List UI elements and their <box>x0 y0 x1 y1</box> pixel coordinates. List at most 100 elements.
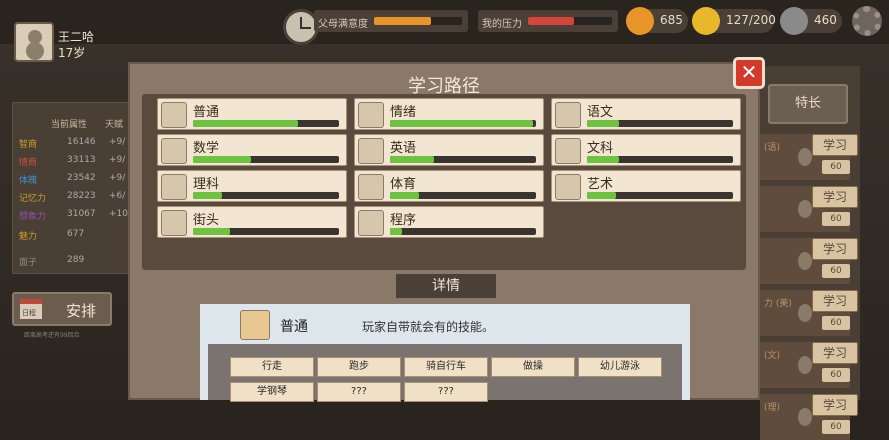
attribute-value: 289 <box>67 255 85 265</box>
skill-progress-fill <box>390 120 534 127</box>
skill-card[interactable]: 体育 <box>354 170 544 202</box>
emotion-icon <box>358 102 384 128</box>
study-button[interactable]: 学习 <box>812 394 858 416</box>
study-button[interactable]: 学习 <box>812 238 858 260</box>
computer-icon <box>358 210 384 236</box>
attribute-value: 31067 <box>67 209 96 219</box>
skill-progress-fill <box>390 228 402 235</box>
skill-progress-fill <box>193 192 223 199</box>
close-button[interactable]: ✕ <box>733 57 765 89</box>
player-avatar[interactable] <box>14 22 54 62</box>
action-button[interactable]: 学钢琴 <box>230 382 314 402</box>
skill-progress-fill <box>390 192 420 199</box>
player-name: 王二哈 <box>58 30 95 44</box>
palette-icon <box>555 174 581 200</box>
study-cost: 60 <box>822 316 850 330</box>
study-button[interactable]: 学习 <box>812 186 858 208</box>
skill-name: 艺术 <box>587 177 614 192</box>
action-button[interactable]: 做操 <box>491 357 575 377</box>
skill-progress-track <box>193 192 339 199</box>
study-button[interactable]: 学习 <box>812 342 858 364</box>
fire-value: 685 <box>660 13 683 27</box>
attribute-header-current: 当前属性 <box>51 120 88 130</box>
skill-name: 文科 <box>587 141 614 156</box>
skill-card[interactable]: 理科 <box>157 170 347 202</box>
study-cost: 60 <box>822 420 850 434</box>
action-button[interactable]: 行走 <box>230 357 314 377</box>
skill-progress-fill <box>193 228 230 235</box>
book-icon <box>555 102 581 128</box>
study-button[interactable]: 学习 <box>812 134 858 156</box>
skill-progress-fill <box>390 156 434 163</box>
hand-icon <box>240 310 270 340</box>
skill-name: 数学 <box>193 141 220 156</box>
action-button[interactable]: 幼儿游泳 <box>578 357 662 377</box>
skill-name: 程序 <box>390 213 417 228</box>
lightbulb-icon <box>798 200 812 218</box>
details-header: 详情 <box>396 274 496 298</box>
attribute-header-talent: 天赋 <box>105 120 124 130</box>
skill-name: 语文 <box>587 105 614 120</box>
skill-progress-fill <box>193 156 252 163</box>
skill-card[interactable]: 艺术 <box>551 170 741 202</box>
skill-name: 情绪 <box>390 105 417 120</box>
action-button[interactable]: ??? <box>317 382 401 402</box>
skill-name: 街头 <box>193 213 220 228</box>
attribute-delta: +9/ <box>109 173 126 183</box>
calendar-icon: 日程 <box>20 299 42 319</box>
coin-icon <box>780 7 808 35</box>
parent-satisfaction-fill <box>374 17 432 25</box>
attribute-label: 魅力 <box>19 232 38 242</box>
grid-icon <box>161 138 187 164</box>
pressure-label: 我的压力 <box>482 19 522 30</box>
pressure-fill <box>528 17 575 25</box>
attribute-label: 面子 <box>19 258 38 268</box>
skill-name: 体育 <box>390 177 417 192</box>
study-cost: 60 <box>822 368 850 382</box>
skill-progress-fill <box>587 156 620 163</box>
study-row: 学习 60 <box>760 186 858 232</box>
attribute-label: 智商 <box>19 140 38 150</box>
arrange-button[interactable]: 日程 安排 <box>12 292 112 326</box>
coin-value: 460 <box>814 13 837 27</box>
lightbulb-icon <box>798 356 812 374</box>
attribute-value: 16146 <box>67 137 96 147</box>
parent-satisfaction-label: 父母满意度 <box>318 19 368 30</box>
skill-card[interactable]: 街头 <box>157 206 347 238</box>
detail-skill-name: 普通 <box>280 319 308 335</box>
pressure-meter: 我的压力 <box>478 10 618 32</box>
attribute-label: 记忆力 <box>19 194 47 204</box>
attribute-delta: +9/ <box>109 137 126 147</box>
skill-card[interactable]: 普通 <box>157 98 347 130</box>
lightbulb-icon <box>798 304 812 322</box>
action-button[interactable]: 跑步 <box>317 357 401 377</box>
action-button[interactable]: ??? <box>404 382 488 402</box>
fire-icon <box>626 7 654 35</box>
skill-progress-track <box>587 156 733 163</box>
study-cost: 60 <box>822 264 850 278</box>
skill-progress-track <box>193 228 339 235</box>
attribute-value: 33113 <box>67 155 96 165</box>
pressure-track <box>528 17 612 25</box>
attribute-label: 想象力 <box>19 212 47 222</box>
attribute-label: 情商 <box>19 158 38 168</box>
skill-card[interactable]: 英语 <box>354 134 544 166</box>
skill-card[interactable]: 数学 <box>157 134 347 166</box>
lightbulb-icon <box>798 148 812 166</box>
skill-card[interactable]: 文科 <box>551 134 741 166</box>
speciality-button[interactable]: 特长 <box>768 84 848 124</box>
skill-card[interactable]: 语文 <box>551 98 741 130</box>
coin-resource: 460 <box>780 7 842 35</box>
study-row: (理) 学习 60 <box>760 394 858 440</box>
attribute-value: 23542 <box>67 173 96 183</box>
attribute-value: 28223 <box>67 191 96 201</box>
action-button[interactable]: 骑自行车 <box>404 357 488 377</box>
skill-progress-fill <box>193 120 299 127</box>
skill-card[interactable]: 情绪 <box>354 98 544 130</box>
study-row: 学习 60 <box>760 238 858 284</box>
energy-value: 127/200 <box>726 13 776 27</box>
study-button[interactable]: 学习 <box>812 290 858 312</box>
skill-card[interactable]: 程序 <box>354 206 544 238</box>
gear-icon[interactable] <box>852 6 882 36</box>
attribute-value: 677 <box>67 229 85 239</box>
